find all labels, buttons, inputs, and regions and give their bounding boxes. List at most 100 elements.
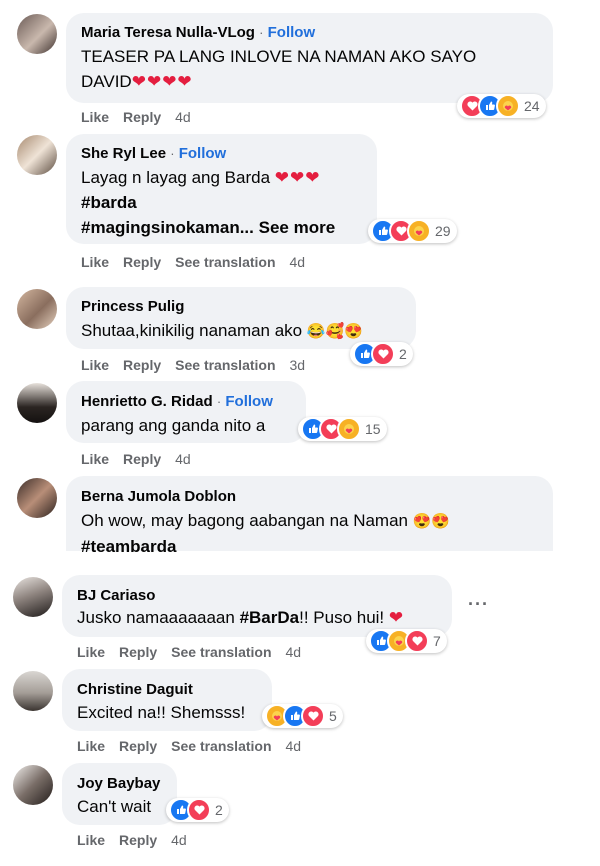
comment-actions: Like Reply See translation 4d bbox=[77, 644, 315, 660]
reaction-summary[interactable]: 15 bbox=[298, 417, 387, 441]
timestamp[interactable]: 3d bbox=[290, 357, 306, 373]
comment-text: Layag n layag ang Barda ❤❤❤ #barda #magi… bbox=[81, 165, 335, 240]
like-link[interactable]: Like bbox=[81, 109, 109, 125]
reaction-summary[interactable]: 24 bbox=[457, 94, 546, 118]
avatar[interactable] bbox=[17, 14, 57, 54]
comment-line-text: DAVID bbox=[81, 72, 132, 91]
comment-text: Excited na!! Shemsss! bbox=[77, 703, 246, 722]
comment-author[interactable]: Berna Jumola Doblon bbox=[81, 488, 236, 505]
comment-author[interactable]: Henrietto G. Ridad bbox=[81, 393, 213, 410]
comment-line-text: Jusko namaaaaaaan bbox=[77, 608, 240, 627]
see-translation-link[interactable]: See translation bbox=[171, 644, 271, 660]
heart-emoji: ❤ bbox=[388, 608, 405, 627]
like-link[interactable]: Like bbox=[77, 832, 105, 848]
see-translation-link[interactable]: See translation bbox=[175, 254, 275, 270]
follow-button[interactable]: Follow bbox=[179, 145, 227, 162]
comment-line-text: Shutaa,kinikilig nanaman ako bbox=[81, 321, 303, 340]
reaction-count: 7 bbox=[433, 633, 441, 649]
avatar[interactable] bbox=[17, 289, 57, 329]
comment-author[interactable]: Christine Daguit bbox=[77, 681, 193, 698]
avatar[interactable] bbox=[13, 577, 53, 617]
face-emojis: 😂🥰😍 bbox=[306, 323, 363, 340]
hashtag[interactable]: #magingsinokaman... bbox=[81, 218, 259, 237]
timestamp[interactable]: 4d bbox=[286, 644, 302, 660]
comment-line: #magingsinokaman... See more bbox=[81, 215, 335, 240]
comment-author-line: Henrietto G. Ridad · Follow bbox=[81, 393, 273, 410]
comment-author-line: She Ryl Lee · Follow bbox=[81, 145, 226, 162]
reaction-summary[interactable]: 29 bbox=[368, 219, 457, 243]
comment-line-text: Layag n layag ang Barda bbox=[81, 168, 271, 187]
avatar[interactable] bbox=[13, 765, 53, 805]
reaction-summary[interactable]: 7 bbox=[366, 629, 447, 653]
reply-link[interactable]: Reply bbox=[119, 832, 157, 848]
love-reaction-icon bbox=[405, 629, 429, 653]
reaction-count: 2 bbox=[399, 346, 407, 362]
comment-actions: Like Reply See translation 4d bbox=[77, 738, 315, 754]
see-translation-link[interactable]: See translation bbox=[171, 738, 271, 754]
reaction-summary[interactable]: 2 bbox=[166, 798, 229, 822]
see-more-link[interactable]: See more bbox=[259, 218, 336, 237]
separator-dot: · bbox=[259, 25, 264, 40]
comment-author[interactable]: BJ Cariaso bbox=[77, 587, 155, 604]
comment-text: Shutaa,kinikilig nanaman ako 😂🥰😍 bbox=[81, 318, 363, 344]
reply-link[interactable]: Reply bbox=[123, 254, 161, 270]
comment-author[interactable]: She Ryl Lee bbox=[81, 145, 166, 162]
comment-actions: Like Reply See translation 3d bbox=[81, 357, 319, 373]
avatar[interactable] bbox=[17, 135, 57, 175]
like-link[interactable]: Like bbox=[77, 644, 105, 660]
follow-button[interactable]: Follow bbox=[225, 393, 273, 410]
comment-text: parang ang ganda nito a bbox=[81, 416, 266, 435]
separator-dot: · bbox=[216, 394, 222, 409]
avatar[interactable] bbox=[17, 383, 57, 423]
reaction-count: 29 bbox=[435, 223, 451, 239]
comment-line: Oh wow, may bagong aabangan na Naman 😍😍 bbox=[81, 508, 450, 534]
comment-text: Jusko namaaaaaaan #BarDa!! Puso hui! ❤ bbox=[77, 605, 404, 630]
like-link[interactable]: Like bbox=[81, 254, 109, 270]
heart-emojis: ❤❤❤ bbox=[274, 168, 321, 187]
love-reaction-icon bbox=[301, 704, 325, 728]
reaction-count: 15 bbox=[365, 421, 381, 437]
comment-author[interactable]: Maria Teresa Nulla-VLog bbox=[81, 24, 255, 41]
comment-text: Can't wait bbox=[77, 797, 152, 816]
like-link[interactable]: Like bbox=[81, 357, 109, 373]
avatar[interactable] bbox=[17, 478, 57, 518]
reaction-summary[interactable]: 2 bbox=[350, 342, 413, 366]
hashtag[interactable]: #BarDa bbox=[240, 608, 300, 627]
care-reaction-icon bbox=[337, 417, 361, 441]
hashtag[interactable]: #barda bbox=[81, 190, 335, 215]
reply-link[interactable]: Reply bbox=[119, 644, 157, 660]
comment-line: DAVID❤❤❤❤ bbox=[81, 69, 476, 94]
comment-actions: Like Reply 4d bbox=[77, 832, 201, 848]
comment-line: Layag n layag ang Barda ❤❤❤ bbox=[81, 165, 335, 190]
timestamp[interactable]: 4d bbox=[286, 738, 302, 754]
reaction-summary[interactable]: 5 bbox=[262, 704, 343, 728]
see-translation-link[interactable]: See translation bbox=[175, 357, 275, 373]
reply-link[interactable]: Reply bbox=[119, 738, 157, 754]
follow-button[interactable]: Follow bbox=[268, 24, 316, 41]
reply-link[interactable]: Reply bbox=[123, 357, 161, 373]
comment-author[interactable]: Princess Pulig bbox=[81, 298, 184, 315]
timestamp[interactable]: 4d bbox=[171, 832, 187, 848]
comment-author-line: Maria Teresa Nulla-VLog · Follow bbox=[81, 24, 315, 41]
reply-link[interactable]: Reply bbox=[123, 109, 161, 125]
comment-author[interactable]: Joy Baybay bbox=[77, 775, 160, 792]
comment-actions: Like Reply 4d bbox=[81, 451, 205, 467]
comment-actions: Like Reply See translation 4d bbox=[81, 254, 319, 270]
timestamp[interactable]: 4d bbox=[290, 254, 306, 270]
comment-line-text: Oh wow, may bagong aabangan na Naman bbox=[81, 511, 409, 530]
timestamp[interactable]: 4d bbox=[175, 451, 191, 467]
avatar[interactable] bbox=[13, 671, 53, 711]
reply-link[interactable]: Reply bbox=[123, 451, 161, 467]
care-reaction-icon bbox=[407, 219, 431, 243]
more-options-icon[interactable]: ··· bbox=[468, 594, 489, 615]
comment-line: TEASER PA LANG INLOVE NA NAMAN AKO SAYO bbox=[81, 47, 477, 66]
like-link[interactable]: Like bbox=[77, 738, 105, 754]
like-link[interactable]: Like bbox=[81, 451, 109, 467]
comment-line-text: !! Puso hui! bbox=[299, 608, 385, 627]
heart-emojis: ❤❤❤❤ bbox=[131, 72, 193, 91]
separator-dot: · bbox=[170, 146, 175, 161]
comment-text: TEASER PA LANG INLOVE NA NAMAN AKO SAYO … bbox=[81, 44, 476, 94]
hashtag[interactable]: #teambarda bbox=[81, 534, 450, 552]
reaction-count: 2 bbox=[215, 802, 223, 818]
timestamp[interactable]: 4d bbox=[175, 109, 191, 125]
